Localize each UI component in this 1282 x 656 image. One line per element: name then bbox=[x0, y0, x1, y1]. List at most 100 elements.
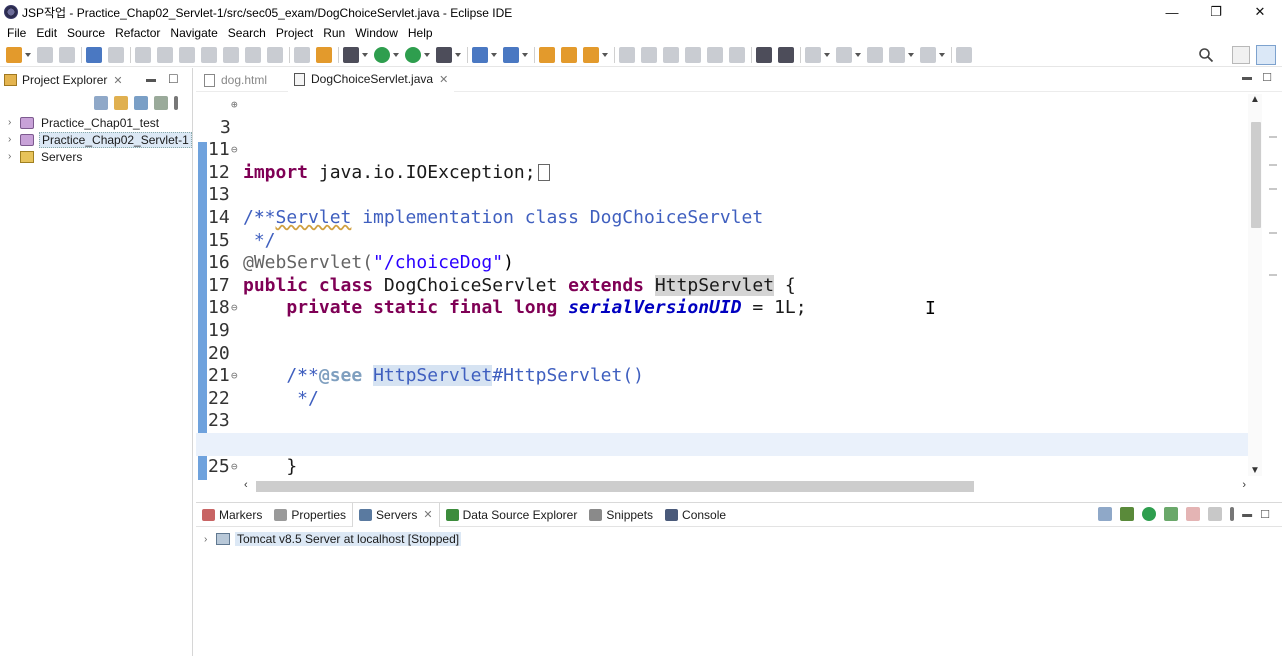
maximize-icon[interactable]: ☐ bbox=[1260, 508, 1270, 521]
new-class-dropdown-icon[interactable] bbox=[522, 52, 528, 57]
minimize-icon[interactable]: ▬ bbox=[1242, 72, 1252, 83]
code-line[interactable]: 24 } bbox=[196, 410, 1256, 477]
tree-item-project-selected[interactable]: › Practice_Chap02_Servlet-1 bbox=[0, 131, 192, 148]
code-line[interactable]: 21 */ bbox=[196, 343, 1256, 409]
minimize-icon[interactable]: ▬ bbox=[146, 74, 156, 85]
coverage-icon[interactable] bbox=[405, 46, 421, 63]
suspend-icon[interactable] bbox=[157, 46, 173, 63]
collapse-icon[interactable]: ⊖ bbox=[231, 297, 238, 320]
minimize-icon[interactable]: ▬ bbox=[1242, 509, 1252, 520]
new-icon[interactable] bbox=[6, 46, 22, 63]
run-dropdown-icon[interactable] bbox=[393, 52, 399, 57]
search-tool-icon[interactable] bbox=[583, 46, 599, 63]
terminate-icon[interactable] bbox=[179, 46, 195, 63]
run-icon[interactable] bbox=[374, 46, 390, 63]
skip-breakpoints-icon[interactable] bbox=[108, 46, 124, 63]
expand-icon[interactable]: ⊕ bbox=[231, 94, 238, 117]
scroll-left-icon[interactable]: ‹ bbox=[244, 479, 248, 491]
collapse-all-icon[interactable] bbox=[1098, 507, 1113, 521]
profile-server-icon[interactable] bbox=[1164, 507, 1179, 521]
maximize-icon[interactable]: ☐ bbox=[1262, 71, 1272, 84]
overview-mark[interactable] bbox=[1269, 188, 1277, 190]
toggle-block-selection-icon[interactable] bbox=[663, 46, 679, 63]
code-line[interactable]: 26 ⊖ /** bbox=[196, 456, 1256, 480]
search-tool-dropdown-icon[interactable] bbox=[602, 52, 608, 57]
chevron-right-icon[interactable]: › bbox=[8, 151, 17, 162]
code-line[interactable]: 16 public class DogChoiceServlet extends… bbox=[196, 230, 1256, 296]
overview-mark[interactable] bbox=[1269, 136, 1277, 138]
drop-to-frame-icon[interactable] bbox=[294, 46, 310, 63]
chevron-right-icon[interactable]: › bbox=[204, 534, 213, 545]
toggle-word-wrap-icon[interactable] bbox=[685, 46, 701, 63]
tab-data-source-explorer[interactable]: Data Source Explorer bbox=[440, 503, 584, 527]
overview-mark[interactable] bbox=[1269, 232, 1277, 234]
debug-dropdown-icon[interactable] bbox=[362, 52, 368, 57]
web-browser-icon[interactable] bbox=[778, 46, 794, 63]
code-line[interactable]: 14 */ bbox=[196, 184, 1256, 251]
close-tab-icon[interactable]: ✕ bbox=[423, 508, 432, 521]
disconnect-icon[interactable] bbox=[201, 46, 217, 63]
collapse-icon[interactable]: ⊖ bbox=[231, 456, 238, 479]
view-menu-icon[interactable] bbox=[1230, 507, 1235, 521]
menu-window[interactable]: Window bbox=[350, 26, 403, 40]
vertical-scroll-thumb[interactable] bbox=[1251, 122, 1261, 228]
forward-icon[interactable] bbox=[920, 46, 936, 63]
scroll-right-icon[interactable]: › bbox=[1242, 479, 1246, 491]
overview-mark[interactable] bbox=[1269, 164, 1277, 166]
new-dropdown-icon[interactable] bbox=[25, 52, 31, 57]
code-line[interactable]: 22 ⊖ public DogChoiceServlet() { bbox=[196, 365, 1256, 454]
restore-button[interactable]: ❐ bbox=[1194, 0, 1238, 24]
back-icon[interactable] bbox=[889, 46, 905, 63]
menu-refactor[interactable]: Refactor bbox=[110, 26, 165, 40]
stop-server-icon[interactable] bbox=[1186, 507, 1201, 521]
tab-servers[interactable]: Servers ✕ bbox=[352, 502, 440, 527]
horizontal-scrollbar[interactable]: ‹ › bbox=[240, 478, 1250, 494]
menu-edit[interactable]: Edit bbox=[31, 26, 62, 40]
back-dropdown-icon[interactable] bbox=[908, 52, 914, 57]
show-whitespace-icon[interactable] bbox=[707, 46, 723, 63]
overview-ruler[interactable] bbox=[1266, 94, 1280, 476]
menu-search[interactable]: Search bbox=[223, 26, 271, 40]
view-menu-icon[interactable] bbox=[174, 96, 178, 110]
external-tools-dropdown-icon[interactable] bbox=[455, 52, 461, 57]
toggle-breadcrumb-icon[interactable] bbox=[641, 46, 657, 63]
link-with-editor-icon[interactable] bbox=[114, 96, 128, 110]
tab-markers[interactable]: Markers bbox=[196, 503, 268, 527]
previous-annotation-icon[interactable] bbox=[836, 46, 852, 63]
overview-mark[interactable] bbox=[1269, 274, 1277, 276]
server-row[interactable]: › Tomcat v8.5 Server at localhost [Stopp… bbox=[196, 529, 1282, 549]
globe-icon[interactable] bbox=[756, 46, 772, 63]
external-tools-icon[interactable] bbox=[436, 46, 452, 63]
collapse-icon[interactable]: ⊖ bbox=[231, 139, 238, 162]
save-icon[interactable] bbox=[37, 46, 53, 63]
code-line[interactable]: 15 @WebServlet("/choiceDog") bbox=[196, 207, 1256, 274]
menu-run[interactable]: Run bbox=[318, 26, 350, 40]
open-console-icon[interactable] bbox=[86, 46, 102, 63]
close-button[interactable]: ✕ bbox=[1238, 0, 1282, 24]
focus-icon[interactable] bbox=[154, 96, 168, 110]
toggle-mark-occurrences-icon[interactable] bbox=[619, 46, 635, 63]
code-line[interactable]: 13 * Servlet implementation class DogCho… bbox=[196, 162, 1256, 228]
save-all-icon[interactable] bbox=[59, 46, 75, 63]
code-line[interactable]: 19 ⊖ /** bbox=[196, 297, 1256, 386]
next-annotation-icon[interactable] bbox=[805, 46, 821, 63]
menu-source[interactable]: Source bbox=[62, 26, 110, 40]
vertical-scrollbar[interactable]: ▲ ▼ bbox=[1248, 94, 1262, 476]
next-annotation-dropdown-icon[interactable] bbox=[824, 52, 830, 57]
code-editor[interactable]: 3 ⊕ import java.io.IOException; 11 12 ⊖ … bbox=[196, 94, 1256, 480]
collapse-all-icon[interactable] bbox=[94, 96, 108, 110]
resume-icon[interactable] bbox=[135, 46, 151, 63]
pin-editor-icon[interactable] bbox=[956, 46, 972, 63]
code-line[interactable]: 11 bbox=[196, 117, 1256, 160]
code-line[interactable]: 18 bbox=[196, 275, 1256, 318]
chevron-right-icon[interactable]: › bbox=[8, 134, 17, 145]
chevron-right-icon[interactable]: › bbox=[8, 117, 17, 128]
use-step-filters-icon[interactable] bbox=[316, 46, 332, 63]
tab-snippets[interactable]: Snippets bbox=[583, 503, 659, 527]
search-icon[interactable] bbox=[1198, 47, 1214, 63]
step-return-icon[interactable] bbox=[267, 46, 283, 63]
show-whitespace-chars-icon[interactable] bbox=[729, 46, 745, 63]
filter-icon[interactable] bbox=[134, 96, 148, 110]
tab-console[interactable]: Console bbox=[659, 503, 732, 527]
close-icon[interactable]: ✕ bbox=[113, 74, 122, 87]
